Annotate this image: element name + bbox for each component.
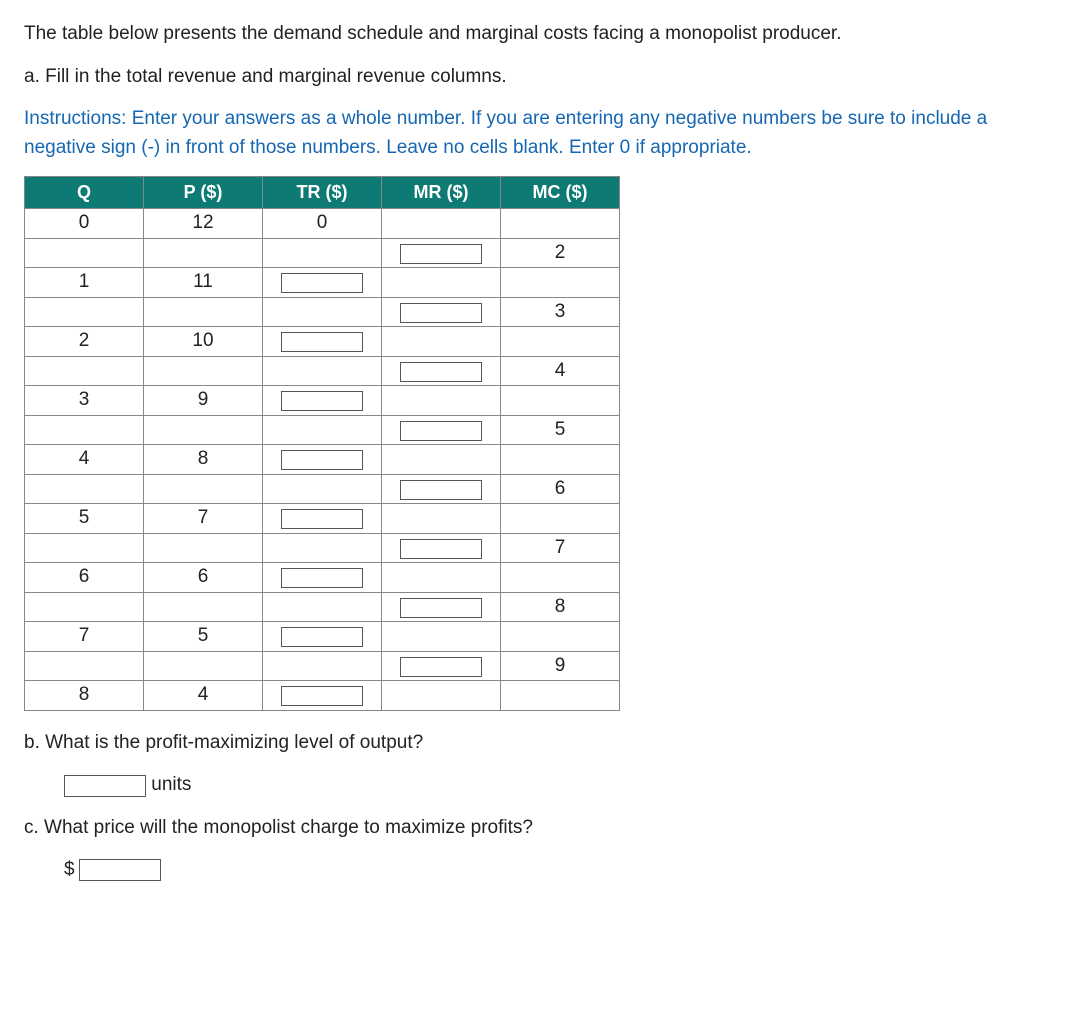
cell-q: 7 bbox=[25, 622, 144, 652]
cell-tr bbox=[263, 445, 382, 475]
cell-p: 11 bbox=[144, 268, 263, 298]
cell-tr bbox=[263, 327, 382, 357]
instructions-body: : Enter your answers as a whole number. … bbox=[24, 108, 987, 158]
table-row: 2 bbox=[25, 238, 620, 268]
part-b-text: b. What is the profit-maximizing level o… bbox=[24, 729, 1058, 758]
table-row: 4 bbox=[25, 356, 620, 386]
instructions-label: Instructions bbox=[24, 108, 121, 129]
cell-mc: 4 bbox=[501, 356, 620, 386]
table-row: 7 bbox=[25, 533, 620, 563]
cell-mr bbox=[382, 238, 501, 268]
cell-tr bbox=[263, 504, 382, 534]
cell-tr bbox=[263, 268, 382, 298]
header-row: Q P ($) TR ($) MR ($) MC ($) bbox=[25, 177, 620, 209]
cell-q: 4 bbox=[25, 445, 144, 475]
mr-input[interactable] bbox=[400, 244, 482, 264]
mr-input[interactable] bbox=[400, 421, 482, 441]
cell-tr bbox=[263, 563, 382, 593]
revenue-cost-table: Q P ($) TR ($) MR ($) MC ($) 0 12 0 2 1 … bbox=[24, 176, 620, 711]
intro-text: The table below presents the demand sche… bbox=[24, 20, 1058, 49]
cell-q: 1 bbox=[25, 268, 144, 298]
table-row: 2 10 bbox=[25, 327, 620, 357]
col-p: P ($) bbox=[144, 177, 263, 209]
col-tr: TR ($) bbox=[263, 177, 382, 209]
tr-input[interactable] bbox=[281, 391, 363, 411]
mr-input[interactable] bbox=[400, 362, 482, 382]
cell-q: 6 bbox=[25, 563, 144, 593]
price-input[interactable] bbox=[79, 859, 161, 881]
cell-mr bbox=[382, 651, 501, 681]
part-a-text: a. Fill in the total revenue and margina… bbox=[24, 63, 1058, 92]
table-row: 1 11 bbox=[25, 268, 620, 298]
cell-tr bbox=[263, 386, 382, 416]
cell-mr bbox=[382, 533, 501, 563]
tr-input[interactable] bbox=[281, 273, 363, 293]
table-row: 8 4 bbox=[25, 681, 620, 711]
cell-p: 8 bbox=[144, 445, 263, 475]
cell-q: 3 bbox=[25, 386, 144, 416]
cell-mc: 8 bbox=[501, 592, 620, 622]
cell-mr bbox=[382, 356, 501, 386]
cell-p: 7 bbox=[144, 504, 263, 534]
table-row: 8 bbox=[25, 592, 620, 622]
table-row: 6 bbox=[25, 474, 620, 504]
cell-mr bbox=[382, 209, 501, 239]
table-row: 3 bbox=[25, 297, 620, 327]
mr-input[interactable] bbox=[400, 303, 482, 323]
table-row: 5 7 bbox=[25, 504, 620, 534]
cell-tr: 0 bbox=[263, 209, 382, 239]
table-row: 0 12 0 bbox=[25, 209, 620, 239]
units-label: units bbox=[151, 774, 191, 795]
cell-mc: 3 bbox=[501, 297, 620, 327]
mr-input[interactable] bbox=[400, 480, 482, 500]
cell-mc: 7 bbox=[501, 533, 620, 563]
cell-mr bbox=[382, 297, 501, 327]
table-row: 5 bbox=[25, 415, 620, 445]
cell-p: 12 bbox=[144, 209, 263, 239]
tr-input[interactable] bbox=[281, 332, 363, 352]
cell-q: 8 bbox=[25, 681, 144, 711]
cell-q: 5 bbox=[25, 504, 144, 534]
tr-input[interactable] bbox=[281, 686, 363, 706]
output-level-input[interactable] bbox=[64, 775, 146, 797]
cell-mc: 2 bbox=[501, 238, 620, 268]
mr-input[interactable] bbox=[400, 657, 482, 677]
col-mr: MR ($) bbox=[382, 177, 501, 209]
cell-mc: 6 bbox=[501, 474, 620, 504]
tr-input[interactable] bbox=[281, 509, 363, 529]
cell-q: 2 bbox=[25, 327, 144, 357]
part-c-text: c. What price will the monopolist charge… bbox=[24, 814, 1058, 843]
table-row: 3 9 bbox=[25, 386, 620, 416]
cell-mc: 5 bbox=[501, 415, 620, 445]
table-row: 4 8 bbox=[25, 445, 620, 475]
cell-tr bbox=[263, 681, 382, 711]
mr-input[interactable] bbox=[400, 539, 482, 559]
table-row: 9 bbox=[25, 651, 620, 681]
cell-p: 9 bbox=[144, 386, 263, 416]
tr-input[interactable] bbox=[281, 627, 363, 647]
cell-p: 6 bbox=[144, 563, 263, 593]
col-q: Q bbox=[25, 177, 144, 209]
cell-mr bbox=[382, 474, 501, 504]
table-row: 6 6 bbox=[25, 563, 620, 593]
col-mc: MC ($) bbox=[501, 177, 620, 209]
cell-p: 5 bbox=[144, 622, 263, 652]
dollar-sign: $ bbox=[64, 856, 75, 885]
tr-input[interactable] bbox=[281, 450, 363, 470]
cell-mc: 9 bbox=[501, 651, 620, 681]
cell-p: 10 bbox=[144, 327, 263, 357]
cell-tr bbox=[263, 622, 382, 652]
cell-mr bbox=[382, 592, 501, 622]
cell-p: 4 bbox=[144, 681, 263, 711]
tr-input[interactable] bbox=[281, 568, 363, 588]
instructions-text: Instructions: Enter your answers as a wh… bbox=[24, 105, 1058, 162]
cell-mc bbox=[501, 209, 620, 239]
mr-input[interactable] bbox=[400, 598, 482, 618]
cell-mr bbox=[382, 415, 501, 445]
part-b-answer-row: units bbox=[64, 771, 1058, 800]
cell-q: 0 bbox=[25, 209, 144, 239]
part-c-answer-row: $ bbox=[64, 856, 1058, 885]
table-row: 7 5 bbox=[25, 622, 620, 652]
